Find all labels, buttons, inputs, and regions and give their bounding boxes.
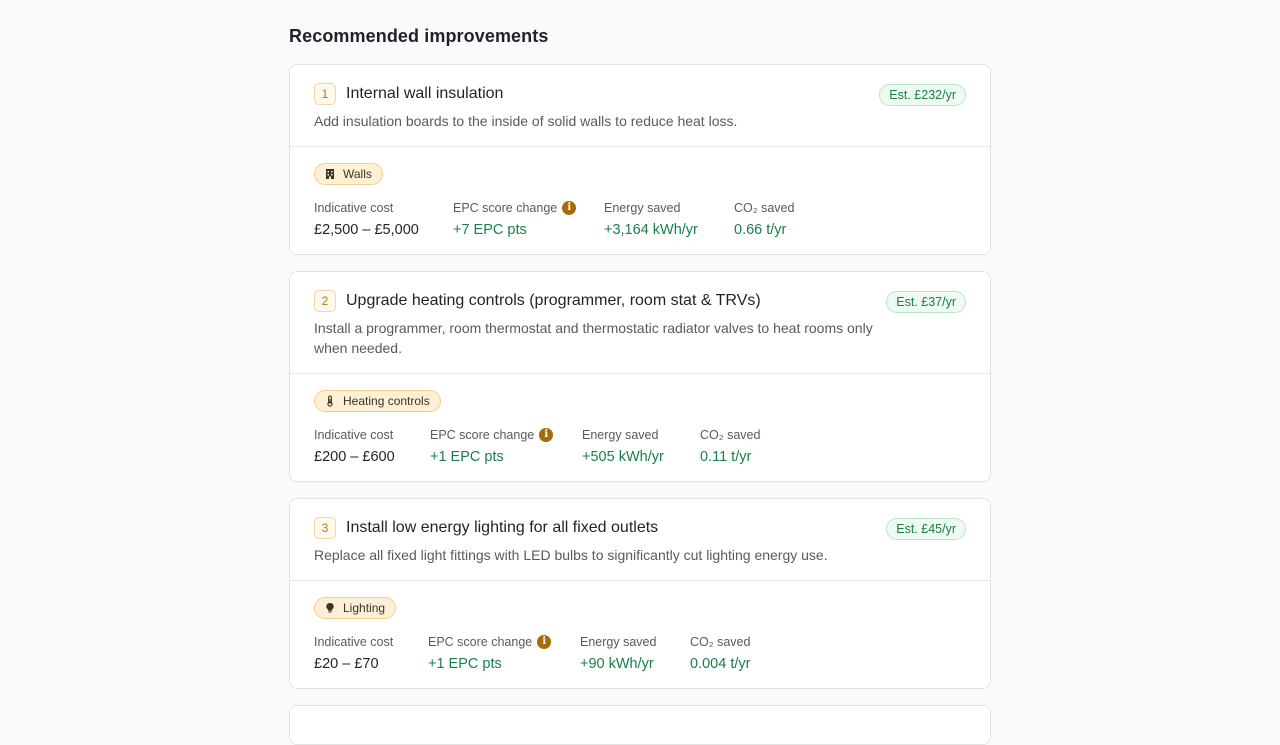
estimate-badge: Est. £232/yr: [879, 84, 966, 106]
co2-value: 0.004 t/yr: [690, 656, 751, 672]
metric-co2: CO₂ saved 0.004 t/yr: [690, 635, 751, 672]
recommendation-description: Install a programmer, room thermostat an…: [314, 320, 873, 356]
estimate-badge: Est. £37/yr: [886, 291, 966, 313]
wall-icon: [324, 168, 336, 180]
lightbulb-icon: [324, 602, 336, 614]
energy-value: +3,164 kWh/yr: [604, 222, 698, 238]
thermometer-icon: [324, 395, 336, 407]
energy-value: +90 kWh/yr: [580, 656, 654, 672]
metric-energy: Energy saved +505 kWh/yr: [582, 428, 700, 466]
recommendation-number: 3: [314, 517, 336, 539]
cost-value: £2,500 – £5,000: [314, 222, 419, 238]
category-tag: Lighting: [314, 597, 397, 619]
recommendation-title: Upgrade heating controls (programmer, ro…: [346, 292, 761, 309]
category-tag: Walls: [314, 163, 383, 185]
info-icon[interactable]: i: [537, 635, 552, 649]
category-label: Lighting: [343, 601, 386, 615]
recommendation-title: Install low energy lighting for all fixe…: [346, 519, 659, 536]
recommendation-card-partial: [289, 705, 991, 745]
epc-value: +7 EPC pts: [453, 222, 527, 238]
metric-epc: EPC score change i +1 EPC pts: [430, 428, 582, 466]
recommendation-card: 2 Upgrade heating controls (programmer, …: [289, 271, 991, 482]
epc-value: +1 EPC pts: [428, 656, 502, 672]
category-tag: Heating controls: [314, 390, 441, 412]
recommendation-description: Add insulation boards to the inside of s…: [314, 113, 738, 129]
metric-cost: Indicative cost £20 – £70: [314, 635, 428, 673]
recommendation-card: 3 Install low energy lighting for all fi…: [289, 498, 991, 689]
epc-value: +1 EPC pts: [430, 449, 504, 465]
recommendation-card: 1 Internal wall insulation Add insulatio…: [289, 64, 991, 255]
metric-energy: Energy saved +90 kWh/yr: [580, 635, 690, 673]
category-label: Walls: [343, 167, 372, 181]
metric-co2: CO₂ saved 0.11 t/yr: [700, 428, 761, 465]
estimate-badge: Est. £45/yr: [886, 518, 966, 540]
epc-label: EPC score change: [453, 201, 558, 215]
recommendation-title: Internal wall insulation: [346, 85, 504, 102]
energy-value: +505 kWh/yr: [582, 449, 664, 465]
metric-energy: Energy saved +3,164 kWh/yr: [604, 201, 734, 239]
metric-epc: EPC score change i +1 EPC pts: [428, 635, 580, 673]
metric-cost: Indicative cost £2,500 – £5,000: [314, 201, 453, 239]
metric-epc: EPC score change i +7 EPC pts: [453, 201, 604, 239]
recommendation-number: 2: [314, 290, 336, 312]
recommendation-description: Replace all fixed light fittings with LE…: [314, 547, 828, 563]
co2-value: 0.66 t/yr: [734, 222, 787, 238]
category-label: Heating controls: [343, 394, 430, 408]
info-icon[interactable]: i: [539, 428, 554, 442]
section-title: Recommended improvements: [289, 26, 549, 46]
info-icon[interactable]: i: [562, 201, 577, 215]
cost-value: £200 – £600: [314, 449, 395, 465]
co2-value: 0.11 t/yr: [700, 449, 752, 465]
metric-co2: CO₂ saved 0.66 t/yr: [734, 201, 795, 238]
cost-value: £20 – £70: [314, 656, 379, 672]
metric-cost: Indicative cost £200 – £600: [314, 428, 430, 466]
epc-label: EPC score change: [428, 635, 533, 649]
recommendation-number: 1: [314, 83, 336, 105]
epc-label: EPC score change: [430, 428, 535, 442]
